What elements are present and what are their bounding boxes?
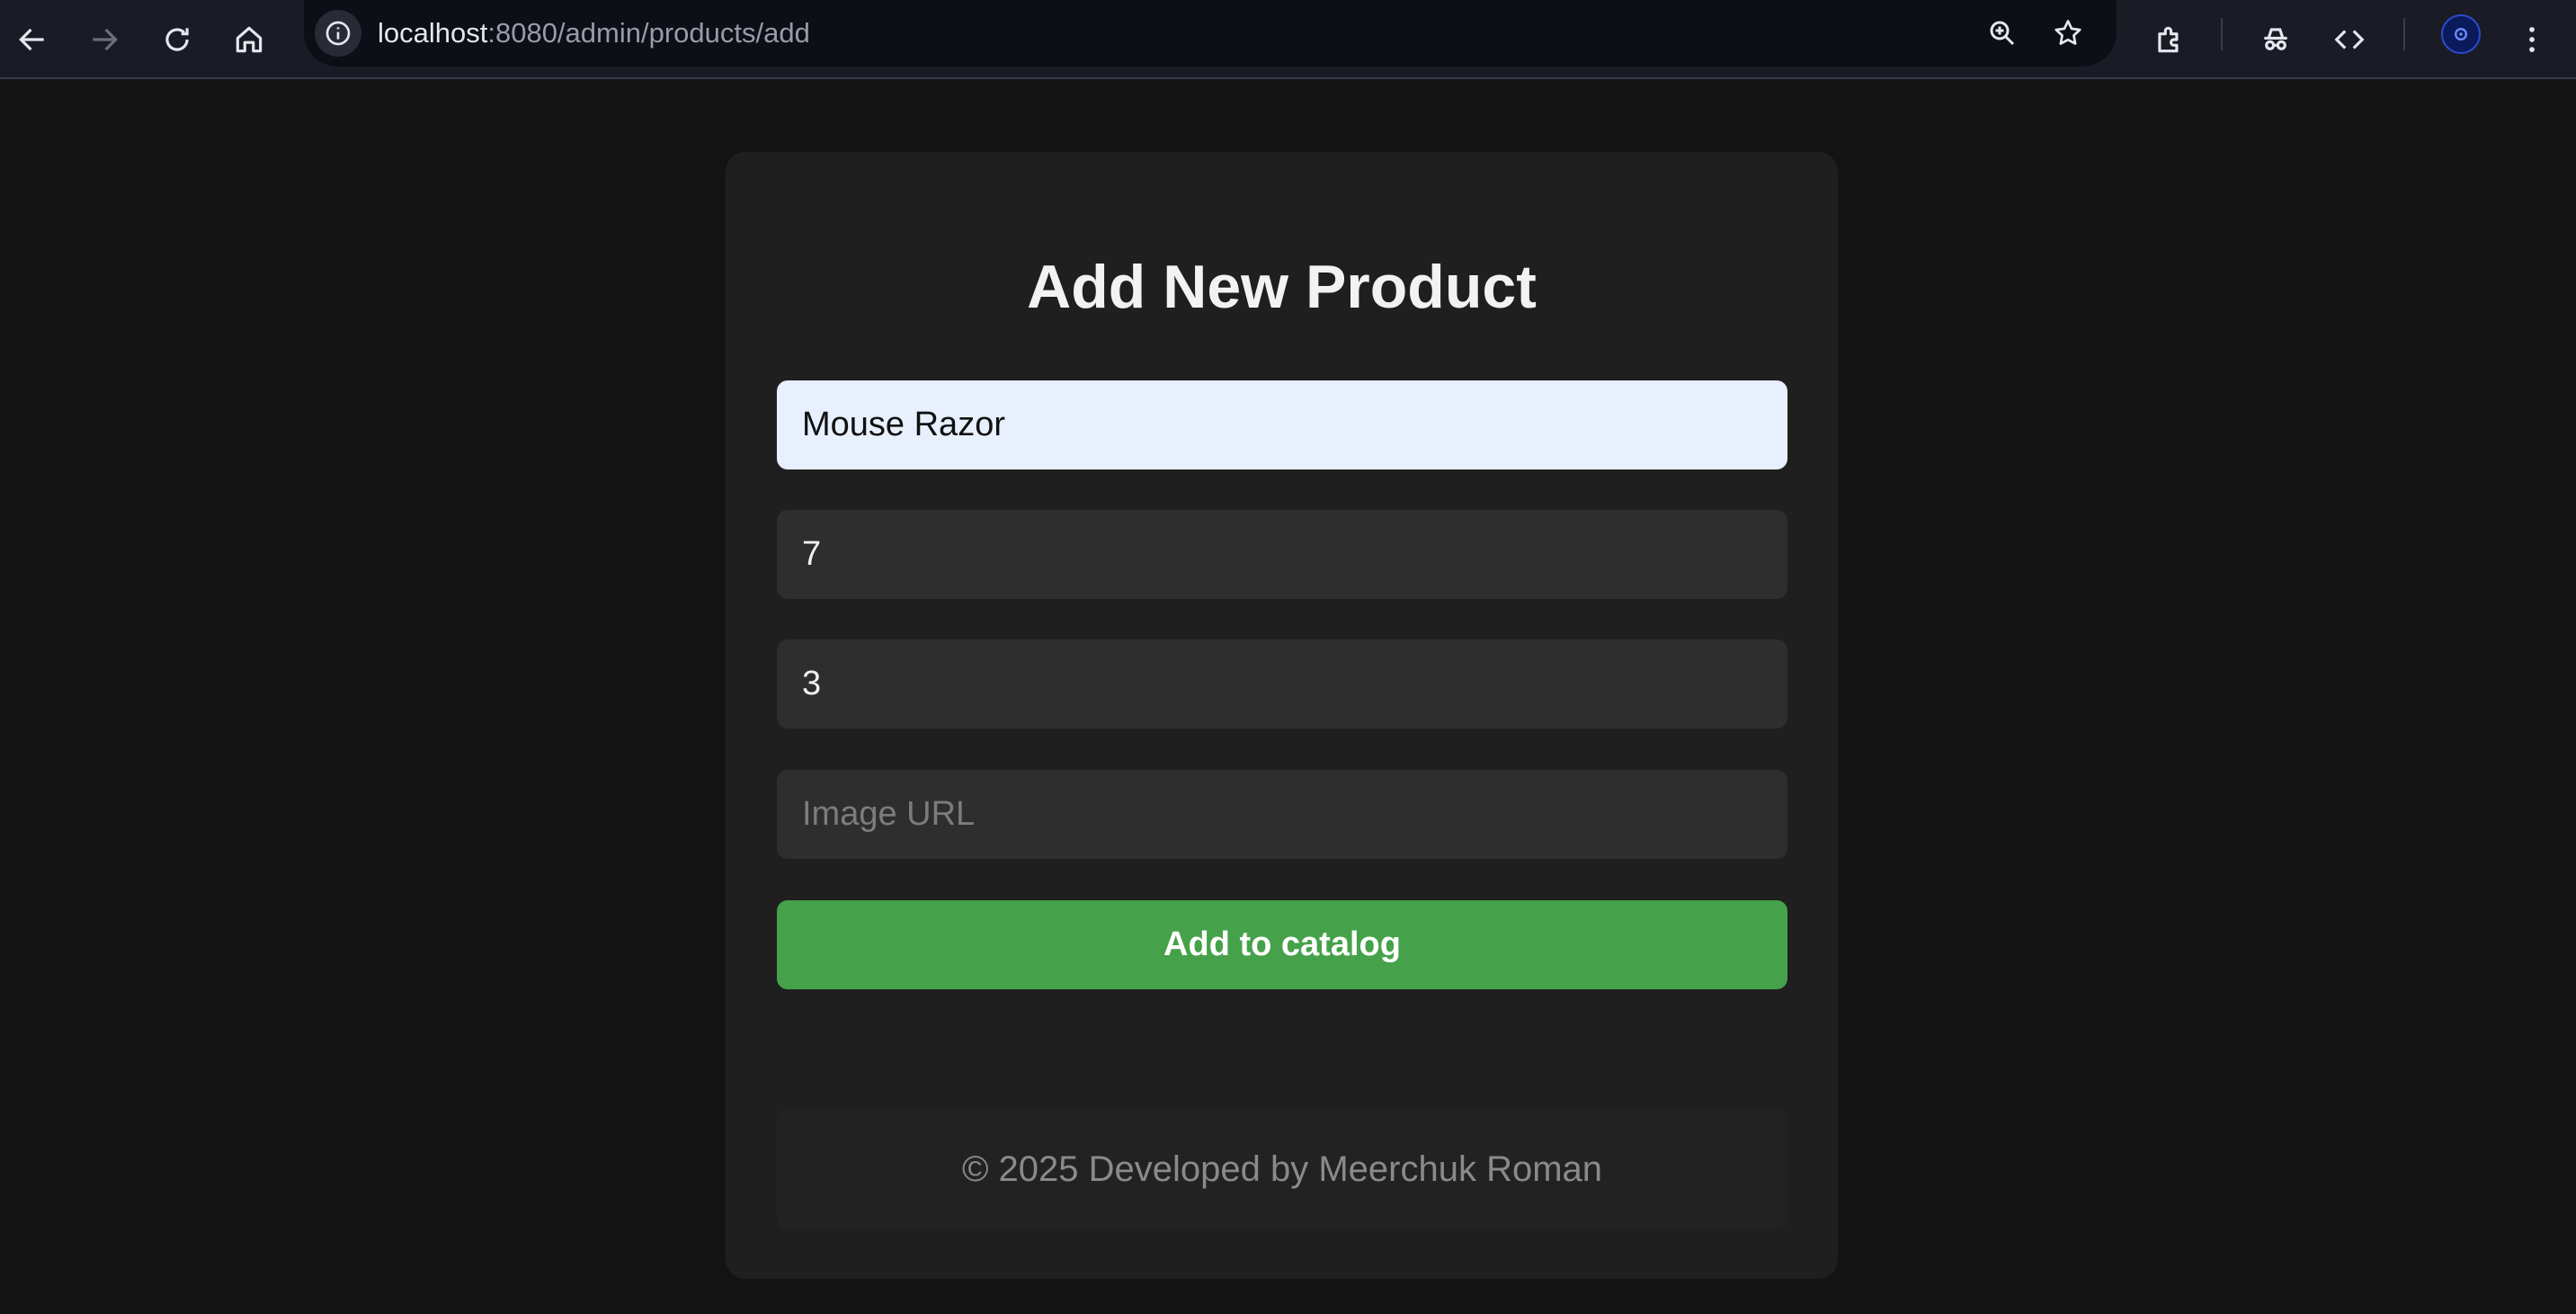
add-to-catalog-button[interactable]: Add to catalog [777, 900, 1787, 989]
bookmark-button[interactable] [2046, 11, 2090, 56]
footer: © 2025 Developed by Meerchuk Roman [777, 1109, 1787, 1229]
url-text[interactable]: localhost:8080/admin/products/add [378, 15, 810, 51]
back-button[interactable] [4, 11, 61, 68]
reload-button[interactable] [148, 11, 206, 68]
extensions-icon [2158, 26, 2179, 53]
address-bar[interactable]: localhost:8080/admin/products/add [304, 0, 2117, 67]
url-host: localhost [378, 17, 488, 49]
reload-icon [165, 28, 189, 51]
extensions-button[interactable] [2141, 11, 2198, 68]
footer-text: © 2025 Developed by Meerchuk Roman [961, 1149, 1603, 1189]
profile-avatar-icon [2455, 28, 2467, 40]
forward-icon [93, 28, 118, 51]
quantity-input[interactable] [777, 639, 1787, 729]
toolbar-divider [2403, 18, 2405, 50]
zoom-button[interactable] [1980, 11, 2025, 56]
site-info-icon [325, 21, 351, 46]
product-name-input[interactable] [777, 380, 1787, 469]
incognito-button[interactable] [2247, 11, 2304, 68]
url-path: :8080/admin/products/add [487, 17, 810, 49]
site-info-button[interactable] [315, 10, 361, 57]
back-icon [19, 28, 44, 51]
toolbar-divider [2221, 18, 2223, 50]
home-button[interactable] [220, 11, 278, 68]
incognito-icon [2264, 28, 2287, 50]
bookmark-star-icon [2055, 20, 2081, 45]
menu-icon [2529, 27, 2535, 52]
image-url-input[interactable] [777, 770, 1787, 859]
devtools-button[interactable] [2321, 11, 2378, 68]
devtools-icon [2334, 30, 2365, 49]
page-title: Add New Product [1027, 253, 1537, 321]
add-product-card: Add New Product Add to catalog © 2025 De… [726, 152, 1838, 1279]
price-input[interactable] [777, 510, 1787, 599]
home-icon [236, 26, 263, 53]
zoom-icon [1990, 21, 2015, 46]
browser-toolbar: localhost:8080/admin/products/add [0, 0, 2576, 79]
profile-avatar[interactable] [2441, 14, 2481, 54]
forward-button[interactable] [76, 11, 133, 68]
menu-button[interactable] [2503, 11, 2561, 68]
